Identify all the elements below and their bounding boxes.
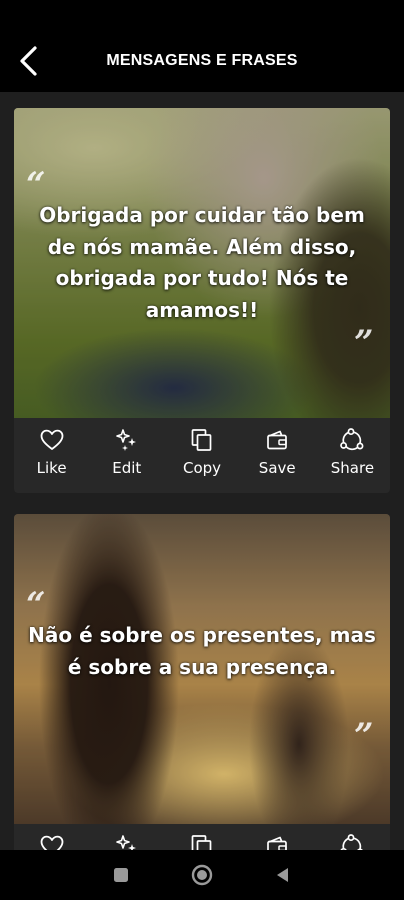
- wallet-icon: [267, 836, 288, 850]
- home-button[interactable]: [182, 855, 222, 895]
- quote-text: Obrigada por cuidar tão bem de nós mamãe…: [39, 203, 365, 322]
- like-label: Like: [36, 459, 67, 477]
- copy-button[interactable]: Copy: [164, 418, 239, 488]
- action-bar: Like Edit Copy: [14, 824, 390, 850]
- close-quote-icon: ”: [354, 716, 374, 756]
- back-arrow-icon: [20, 46, 37, 76]
- action-bar: Like Edit Copy: [14, 418, 390, 488]
- quote-image[interactable]: “ Não é sobre os presentes, mas é sobre …: [14, 514, 390, 824]
- save-label: Save: [258, 459, 296, 477]
- sparkles-icon: [115, 835, 136, 850]
- quote-text: Não é sobre os presentes, mas é sobre a …: [28, 623, 376, 679]
- open-quote-icon: “: [26, 165, 46, 205]
- quote-feed[interactable]: “ Obrigada por cuidar tão bem de nós mam…: [0, 92, 404, 850]
- share-button[interactable]: Share: [315, 824, 390, 850]
- like-button[interactable]: Like: [14, 418, 89, 488]
- quote-image[interactable]: “ Obrigada por cuidar tão bem de nós mam…: [14, 108, 390, 418]
- copy-button[interactable]: Copy: [164, 824, 239, 850]
- share-label: Share: [330, 459, 375, 477]
- close-quote-icon: ”: [354, 323, 374, 363]
- save-button[interactable]: Save: [240, 824, 315, 850]
- like-button[interactable]: Like: [14, 824, 89, 850]
- copy-icon: [191, 835, 212, 850]
- edit-label: Edit: [112, 459, 142, 477]
- heart-icon: [40, 429, 63, 450]
- heart-icon: [40, 835, 63, 850]
- wallet-icon: [267, 430, 288, 450]
- status-bar: [0, 0, 404, 30]
- share-button[interactable]: Share: [315, 418, 390, 488]
- share-icon: [340, 834, 364, 850]
- quote-card: “ Não é sobre os presentes, mas é sobre …: [14, 514, 390, 850]
- quote-card: “ Obrigada por cuidar tão bem de nós mam…: [14, 108, 390, 493]
- save-button[interactable]: Save: [240, 418, 315, 488]
- page-title: MENSAGENS E FRASES: [106, 52, 298, 69]
- copy-icon: [191, 429, 212, 451]
- back-button[interactable]: [14, 45, 46, 77]
- share-icon: [340, 428, 364, 451]
- system-back-button[interactable]: [263, 855, 303, 895]
- edit-button[interactable]: Edit: [89, 824, 164, 850]
- copy-label: Copy: [182, 459, 222, 477]
- open-quote-icon: “: [26, 585, 46, 625]
- recent-apps-button[interactable]: [101, 855, 141, 895]
- square-icon: [113, 868, 128, 882]
- circle-icon: [191, 864, 213, 886]
- sparkles-icon: [115, 429, 136, 451]
- system-navigation-bar: [0, 850, 404, 900]
- app-bar: MENSAGENS E FRASES: [0, 30, 404, 92]
- triangle-back-icon: [277, 868, 289, 882]
- edit-button[interactable]: Edit: [89, 418, 164, 488]
